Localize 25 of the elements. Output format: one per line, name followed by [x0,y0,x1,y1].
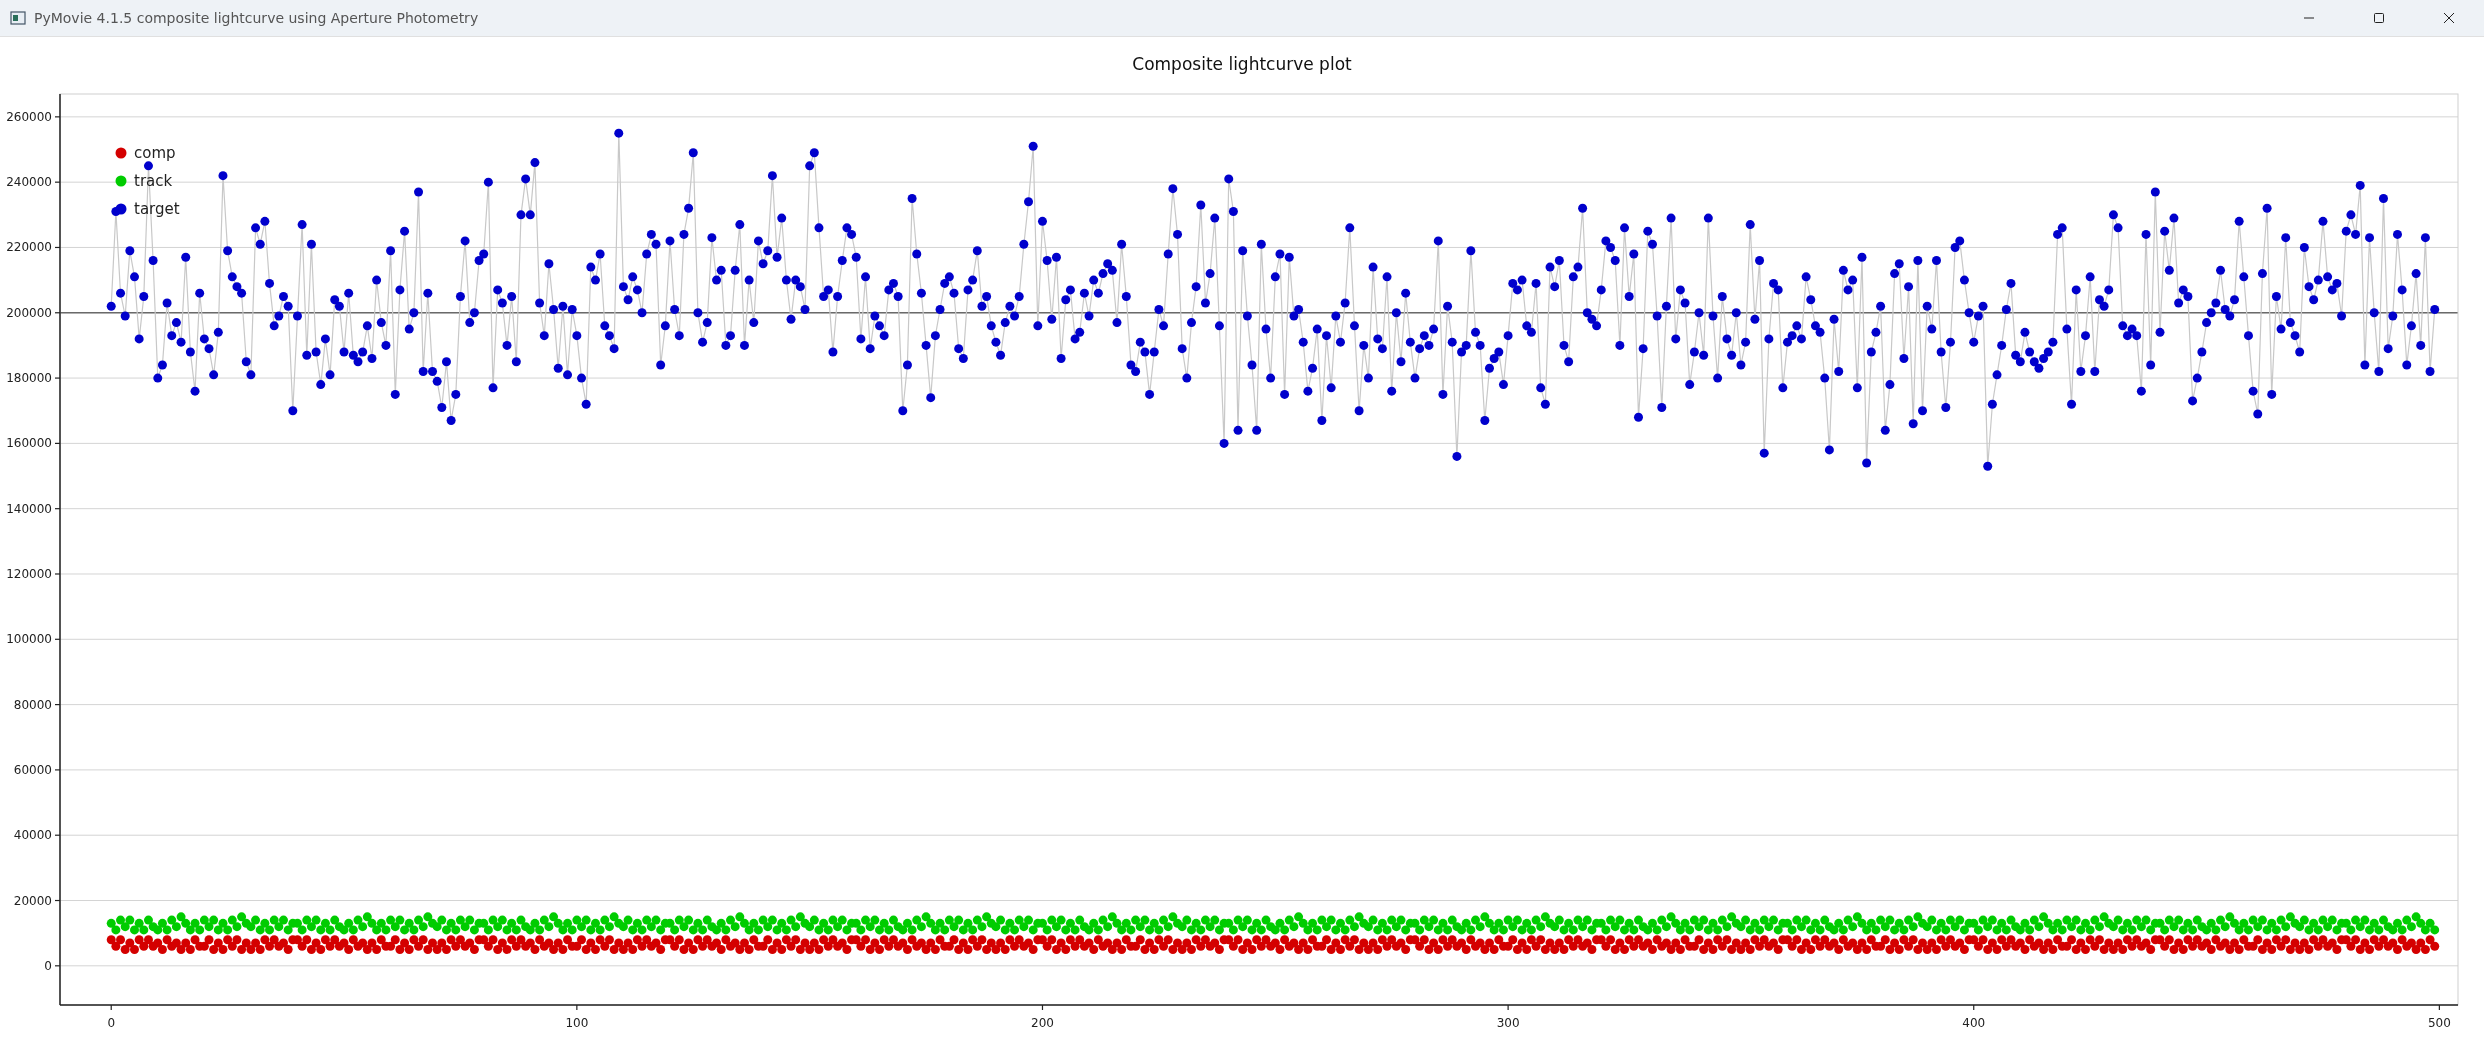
axis-tick-label: 200000 [6,305,52,320]
axis-tick-label: 20000 [13,893,52,908]
axis-tick-label: 180000 [6,371,52,386]
axis-tick-label: 140000 [6,501,52,516]
axis-tick-label: 400 [1962,1016,1986,1030]
axis-tick-label: 260000 [6,109,52,124]
axis-tick-label: 0 [107,1016,116,1030]
legend-label: target [134,200,180,218]
legend-label: comp [134,144,176,162]
axis-tick-label: 100 [565,1016,589,1030]
axis-tick-label: 200 [1031,1016,1054,1030]
window-title: PyMovie 4.1.5 composite lightcurve using Aperture Photometry [34,10,479,26]
axis-tick-label: 0 [44,958,52,973]
legend-label: track [134,172,173,190]
axis-tick-label: 80000 [13,697,52,712]
axis-tick-label: 120000 [6,567,52,581]
axis-tick-label: 60000 [13,762,52,777]
axis-tick-label: 300 [1496,1016,1520,1030]
axis-tick-label: 240000 [6,175,52,190]
axis-tick-label: 40000 [13,828,52,843]
axis-tick-label: 500 [2427,1016,2451,1030]
axis-tick-label: 220000 [6,240,52,255]
axis-tick-label: 160000 [6,436,52,451]
axis-tick-label: 100000 [6,632,52,647]
chart-title: Composite lightcurve plot [1132,53,1352,76]
